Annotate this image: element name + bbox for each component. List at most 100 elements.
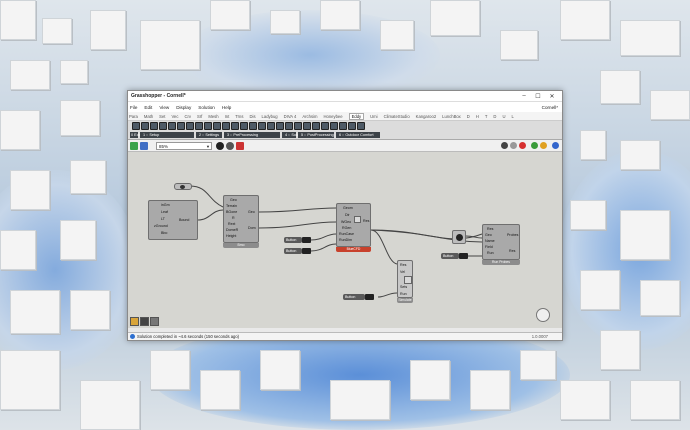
component-terrain[interactable]: Geo Terrain BGone R Rext DomeR Height Ge…: [223, 195, 259, 248]
tab-archsim[interactable]: Archsim: [302, 114, 317, 119]
ribbon-tool-icon[interactable]: [258, 122, 266, 130]
tab-mesh[interactable]: Mesh: [208, 114, 218, 119]
number-slider[interactable]: [174, 183, 192, 190]
globe-icon[interactable]: [552, 142, 559, 149]
pen-icon[interactable]: [236, 141, 244, 150]
navigation-compass-icon[interactable]: [536, 308, 550, 322]
ribbon-group-setup[interactable]: 1 :: Setup: [140, 132, 194, 138]
tab-ladybug[interactable]: Ladybug: [262, 114, 278, 119]
ribbon-tool-icon[interactable]: [276, 122, 284, 130]
ribbon-tool-icon[interactable]: [231, 122, 239, 130]
open-file-icon[interactable]: [130, 141, 138, 150]
button-4[interactable]: Button: [343, 294, 374, 300]
sketch-icon[interactable]: [216, 141, 224, 150]
mesh-quality-icon[interactable]: [540, 142, 547, 149]
ribbon-tool-icon[interactable]: [249, 122, 257, 130]
selected-only-icon[interactable]: [531, 142, 538, 149]
tab-umi[interactable]: Umi: [370, 114, 377, 119]
tab-d[interactable]: D: [467, 114, 470, 119]
tab-climatestudio[interactable]: ClimateStudio: [384, 114, 410, 119]
ribbon-group-eddy[interactable]: 0 Eddy: [130, 132, 143, 138]
tab-l[interactable]: L: [511, 114, 513, 119]
button-knob[interactable]: [302, 248, 311, 254]
ribbon-group-postprocessing[interactable]: 5 :: PostProcessing: [298, 132, 334, 138]
component-simulate[interactable]: Res Vel Sets Run Simulate: [397, 260, 413, 303]
ribbon-tool-icon[interactable]: [321, 122, 329, 130]
component-bluecfd[interactable]: Geom Dir WGeo RGen RunCase RunDim Res Bl…: [336, 203, 371, 252]
ribbon-tool-icon[interactable]: [141, 122, 149, 130]
tab-eddy[interactable]: Eddy: [348, 112, 365, 120]
tab-u[interactable]: U: [502, 114, 505, 119]
tab-trns[interactable]: Trns: [235, 114, 243, 119]
ribbon-tool-icon[interactable]: [303, 122, 311, 130]
menu-solution[interactable]: Solution: [198, 105, 215, 110]
tab-t[interactable]: T: [485, 114, 488, 119]
ribbon-tool-icon[interactable]: [339, 122, 347, 130]
button-2[interactable]: Button: [284, 248, 311, 254]
ribbon-tool-icon[interactable]: [186, 122, 194, 130]
sun-icon[interactable]: [130, 317, 139, 326]
ribbon-group-solvers[interactable]: 4 :: Solvers: [282, 132, 304, 138]
tab-math[interactable]: Math: [144, 114, 153, 119]
ribbon-tool-icon[interactable]: [357, 122, 365, 130]
menu-file[interactable]: File: [130, 105, 137, 110]
tab-int[interactable]: Int: [225, 114, 230, 119]
tab-srf[interactable]: Srf: [197, 114, 202, 119]
group-icon[interactable]: [150, 317, 159, 326]
wireframe-icon[interactable]: [510, 142, 517, 149]
tab-kangaroo2[interactable]: Kangaroo2: [416, 114, 437, 119]
ribbon-tool-icon[interactable]: [240, 122, 248, 130]
eye-icon[interactable]: [226, 141, 234, 150]
menu-view[interactable]: View: [159, 105, 169, 110]
document-name[interactable]: Cornell*: [542, 105, 558, 110]
menu-display[interactable]: Display: [176, 105, 191, 110]
tab-crv[interactable]: Crv: [184, 114, 191, 119]
ribbon-group-settings[interactable]: 2 :: Settings: [196, 132, 222, 138]
trash-icon[interactable]: [140, 317, 149, 326]
ribbon-tool-icon[interactable]: [330, 122, 338, 130]
ribbon-tool-icon[interactable]: [222, 122, 230, 130]
shaded-icon[interactable]: [519, 142, 526, 149]
save-file-icon[interactable]: [140, 141, 148, 150]
ribbon-tool-icon[interactable]: [348, 122, 356, 130]
ribbon-tool-icon[interactable]: [168, 122, 176, 130]
tab-para[interactable]: Para: [129, 114, 138, 119]
tab-lunchbox[interactable]: LunchBox: [442, 114, 461, 119]
tab-h[interactable]: H: [476, 114, 479, 119]
button-knob[interactable]: [459, 253, 468, 259]
button-3[interactable]: Button: [441, 253, 468, 259]
ribbon-tool-icon[interactable]: [285, 122, 293, 130]
ribbon-tool-icon[interactable]: [213, 122, 221, 130]
maximize-button[interactable]: ☐: [531, 93, 545, 100]
preview-off-icon[interactable]: [501, 142, 508, 149]
ribbon-tool-icon[interactable]: [294, 122, 302, 130]
grasshopper-canvas[interactable]: inGm Leaf LT zGround Bbo Bound Geo Terra…: [128, 152, 562, 328]
tab-vec[interactable]: Vec: [171, 114, 178, 119]
ribbon-tool-icon[interactable]: [204, 122, 212, 130]
ribbon-group-preprocessing[interactable]: 3 :: PreProcessing: [224, 132, 280, 138]
component-bounds[interactable]: inGm Leaf LT zGround Bbo Bound: [148, 200, 198, 240]
tab-d2[interactable]: D: [493, 114, 496, 119]
ribbon-tool-icon[interactable]: [150, 122, 158, 130]
component-probes[interactable]: Res Geo Name Field Run Probes Res Run Pr…: [482, 224, 520, 265]
ribbon-tool-icon[interactable]: [267, 122, 275, 130]
param-point[interactable]: [452, 230, 466, 244]
button-knob[interactable]: [302, 237, 311, 243]
ribbon-group-outdoor-comfort[interactable]: 6 :: Outdoor Comfort: [336, 132, 380, 138]
zoom-select[interactable]: 85% ▼: [156, 141, 212, 150]
button-knob[interactable]: [365, 294, 374, 300]
slider-knob[interactable]: [180, 185, 185, 189]
tab-honeybee[interactable]: Honeybee: [323, 114, 342, 119]
tab-dis[interactable]: Dis: [249, 114, 255, 119]
menu-help[interactable]: Help: [222, 105, 231, 110]
ribbon-tool-icon[interactable]: [132, 122, 140, 130]
tab-set[interactable]: Set: [159, 114, 165, 119]
tab-diva[interactable]: DIVA 4: [284, 114, 297, 119]
close-button[interactable]: ✕: [545, 93, 559, 100]
ribbon-tool-icon[interactable]: [195, 122, 203, 130]
ribbon-tool-icon[interactable]: [177, 122, 185, 130]
ribbon-tool-icon[interactable]: [159, 122, 167, 130]
button-1[interactable]: Button: [284, 237, 311, 243]
ribbon-tool-icon[interactable]: [312, 122, 320, 130]
menu-edit[interactable]: Edit: [144, 105, 152, 110]
